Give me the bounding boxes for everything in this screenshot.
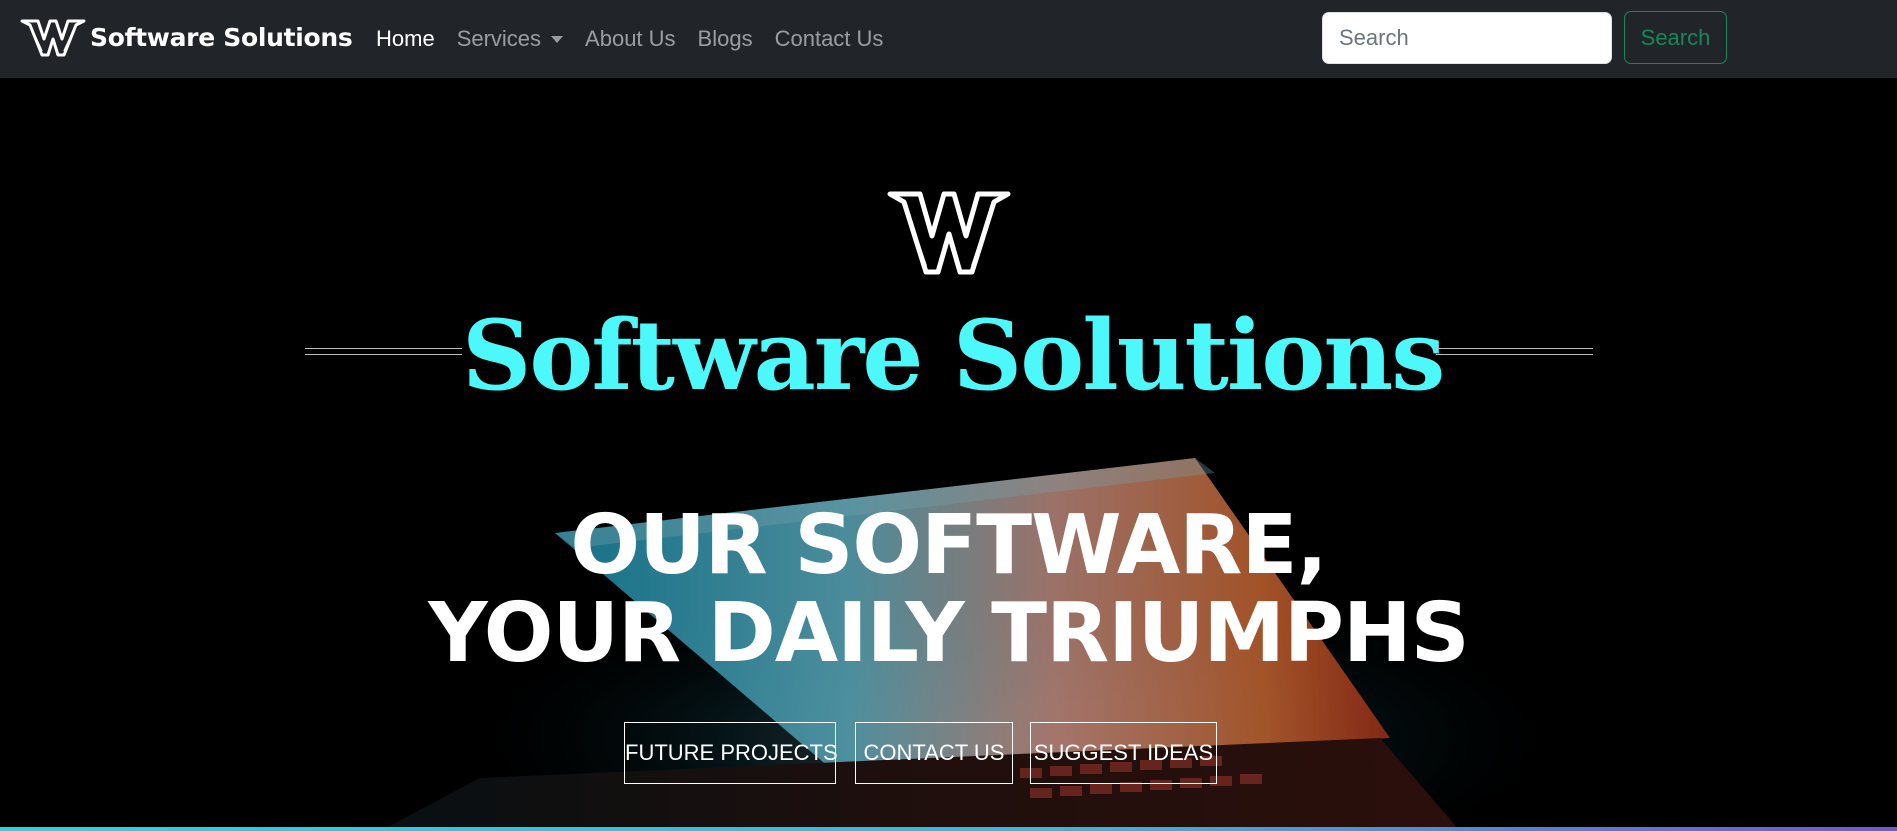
- suggest-ideas-button[interactable]: SUGGEST IDEAS: [1030, 722, 1217, 784]
- nav-links: Home Services About Us Blogs Contact Us: [376, 0, 905, 78]
- hero-headline: OUR SOFTWARE, YOUR DAILY TRIUMPHS: [0, 502, 1897, 678]
- headline-line-2: YOUR DAILY TRIUMPHS: [428, 586, 1469, 681]
- title-decoration-left: [305, 348, 462, 355]
- nav-link-about-us[interactable]: About Us: [585, 26, 676, 52]
- nav-link-label: Home: [376, 26, 435, 51]
- bottom-accent-bar: [0, 827, 1897, 831]
- title-decoration-right: [1436, 348, 1593, 355]
- nav-link-label: About Us: [585, 26, 676, 51]
- caret-down-icon: [551, 35, 564, 43]
- nav-link-label: Contact Us: [774, 26, 884, 51]
- brand-link[interactable]: Software Solutions: [20, 14, 353, 60]
- hero-section: Software Solutions OUR SOFTWARE, YOUR DA…: [0, 78, 1897, 831]
- nav-link-label: Services: [456, 26, 542, 51]
- nav-link-home[interactable]: Home: [376, 26, 435, 52]
- nav-link-contact-us[interactable]: Contact Us: [775, 26, 884, 52]
- search-input[interactable]: [1322, 12, 1612, 64]
- search-button[interactable]: Search: [1624, 11, 1727, 64]
- headline-line-1: OUR SOFTWARE,: [570, 498, 1327, 593]
- nav-link-label: Blogs: [697, 26, 753, 51]
- contact-us-button[interactable]: CONTACT US: [855, 722, 1013, 784]
- nav-link-services-dropdown[interactable]: Services: [456, 26, 564, 52]
- future-projects-button[interactable]: FUTURE PROJECTS: [624, 722, 838, 784]
- brand-name: Software Solutions: [90, 22, 353, 52]
- cta-button-row: FUTURE PROJECTS CONTACT US SUGGEST IDEAS: [0, 722, 1897, 784]
- w-logo-icon: [887, 191, 1011, 275]
- w-logo-icon: [20, 19, 86, 57]
- nav-link-blogs[interactable]: Blogs: [698, 26, 753, 52]
- top-navbar: Software Solutions Home Services About U…: [0, 0, 1897, 78]
- hero-title: Software Solutions: [462, 299, 1445, 412]
